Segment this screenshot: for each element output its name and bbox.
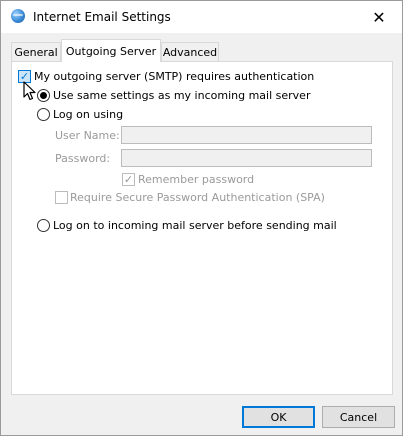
ok-button[interactable]: OK	[242, 406, 315, 428]
log-on-incoming-first-radio[interactable]	[37, 219, 50, 232]
user-name-field[interactable]	[121, 126, 372, 144]
tab-general[interactable]: General	[11, 42, 61, 61]
tab-advanced[interactable]: Advanced	[161, 42, 219, 61]
password-label: Password:	[55, 152, 111, 165]
cancel-button[interactable]: Cancel	[322, 406, 395, 428]
close-button[interactable]: ✕	[356, 1, 402, 33]
spa-checkbox[interactable]	[55, 191, 68, 204]
remember-password-label: Remember password	[138, 173, 255, 186]
dialog-window: Internet Email Settings ✕ General Outgoi…	[0, 0, 403, 436]
tab-general-label: General	[14, 45, 58, 59]
log-on-using-radio[interactable]	[37, 108, 50, 121]
window-title: Internet Email Settings	[33, 10, 171, 24]
use-same-settings-label[interactable]: Use same settings as my incoming mail se…	[53, 89, 310, 102]
remember-password-checkbox[interactable]: ✓	[122, 173, 135, 186]
ok-button-label: OK	[270, 410, 287, 424]
log-on-using-label[interactable]: Log on using	[53, 108, 123, 121]
smtp-auth-label[interactable]: My outgoing server (SMTP) requires authe…	[34, 70, 314, 83]
user-name-label: User Name:	[55, 129, 120, 142]
globe-icon	[11, 9, 25, 23]
tab-advanced-label: Advanced	[162, 45, 218, 59]
tab-outgoing-server[interactable]: Outgoing Server	[61, 39, 161, 62]
title-bar[interactable]: Internet Email Settings ✕	[1, 1, 402, 33]
close-icon: ✕	[372, 7, 386, 27]
password-field[interactable]	[121, 149, 372, 167]
tab-outgoing-server-label: Outgoing Server	[65, 44, 157, 58]
cancel-button-label: Cancel	[339, 410, 378, 424]
use-same-settings-radio[interactable]	[37, 89, 50, 102]
spa-label: Require Secure Password Authentication (…	[70, 191, 325, 204]
mouse-pointer-icon	[23, 81, 36, 101]
log-on-incoming-first-label[interactable]: Log on to incoming mail server before se…	[53, 219, 337, 232]
